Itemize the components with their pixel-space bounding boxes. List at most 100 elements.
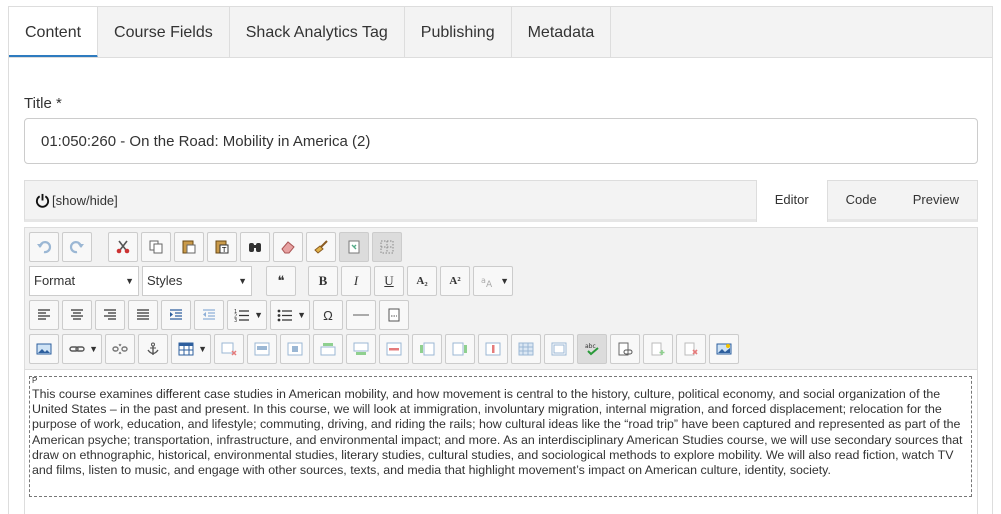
- align-left-button[interactable]: [29, 300, 59, 330]
- page-add-icon: [651, 342, 665, 356]
- tab-metadata[interactable]: Metadata: [512, 7, 612, 58]
- delete-row-button[interactable]: [379, 334, 409, 364]
- redo-button[interactable]: [62, 232, 92, 262]
- numbered-list-icon: 123: [234, 309, 249, 322]
- spellcheck-icon: abc: [585, 343, 599, 356]
- italic-button[interactable]: I: [341, 266, 371, 296]
- anchor-button[interactable]: [138, 334, 168, 364]
- insert-row-before-button[interactable]: [313, 334, 343, 364]
- page-break-button[interactable]: [379, 300, 409, 330]
- tab-course-fields[interactable]: Course Fields: [98, 7, 230, 58]
- superscript-button[interactable]: A²: [440, 266, 470, 296]
- insert-link-button[interactable]: [62, 334, 102, 364]
- remove-format-button[interactable]: [273, 232, 303, 262]
- insert-image-button[interactable]: [29, 334, 59, 364]
- indent-icon: [170, 309, 182, 320]
- cut-icon: [116, 240, 130, 254]
- undo-button[interactable]: [29, 232, 59, 262]
- col-after-icon: [452, 342, 467, 356]
- svg-text:3: 3: [234, 318, 237, 322]
- language-icon: aA: [481, 276, 493, 288]
- align-center-button[interactable]: [62, 300, 92, 330]
- content-panel: Title * [show/hide] Editor Code Preview: [8, 58, 993, 514]
- tab-publishing[interactable]: Publishing: [405, 7, 512, 58]
- title-input[interactable]: [24, 118, 978, 164]
- outdent-button[interactable]: [194, 300, 224, 330]
- paste-text-button[interactable]: T: [207, 232, 237, 262]
- tab-shack-analytics-tag[interactable]: Shack Analytics Tag: [230, 7, 405, 58]
- delete-table-button[interactable]: [214, 334, 244, 364]
- paragraph-tag-label: P: [32, 376, 38, 385]
- show-blocks-button[interactable]: [372, 232, 402, 262]
- indent-button[interactable]: [161, 300, 191, 330]
- bulleted-list-button[interactable]: [270, 300, 310, 330]
- table-properties-button[interactable]: [247, 334, 277, 364]
- undo-icon: [37, 241, 52, 254]
- insert-col-before-button[interactable]: [412, 334, 442, 364]
- tab-content[interactable]: Content: [9, 7, 99, 58]
- underline-button[interactable]: U: [374, 266, 404, 296]
- bulleted-list-icon: [277, 309, 292, 322]
- remove-item-button[interactable]: [676, 334, 706, 364]
- paragraph-block[interactable]: P This course examines different case st…: [29, 376, 972, 497]
- subscript-button[interactable]: A₂: [407, 266, 437, 296]
- align-justify-button[interactable]: [128, 300, 158, 330]
- language-dropdown-button[interactable]: aA: [473, 266, 513, 296]
- redo-icon: [69, 241, 84, 254]
- broom-icon: [314, 240, 328, 254]
- cut-button[interactable]: [108, 232, 138, 262]
- svg-text:abc: abc: [585, 343, 596, 350]
- format-dropdown[interactable]: Format: [29, 266, 139, 296]
- unlink-button[interactable]: [105, 334, 135, 364]
- page-link-icon: [618, 342, 633, 356]
- media-icon: [716, 343, 732, 355]
- toolbar-row-3: 123 Ω: [29, 300, 409, 330]
- editor-content-area[interactable]: P This course examines different case st…: [24, 369, 978, 514]
- binoculars-icon: [249, 243, 261, 252]
- show-hide-toggle[interactable]: [show/hide]: [35, 193, 118, 208]
- insert-row-after-button[interactable]: [346, 334, 376, 364]
- cell-properties-button[interactable]: [280, 334, 310, 364]
- numbered-list-button[interactable]: 123: [227, 300, 267, 330]
- mode-tab-preview[interactable]: Preview: [895, 180, 977, 221]
- course-description-text: This course examines different case stud…: [32, 387, 963, 478]
- split-cells-button[interactable]: [544, 334, 574, 364]
- spellcheck-button[interactable]: abc: [577, 334, 607, 364]
- blockquote-button[interactable]: ❝: [266, 266, 296, 296]
- row-after-icon: [353, 342, 369, 355]
- horizontal-rule-button[interactable]: [346, 300, 376, 330]
- editor-header: [show/hide] Editor Code Preview: [24, 180, 978, 222]
- paste-button[interactable]: [174, 232, 204, 262]
- insert-media-button[interactable]: [709, 334, 739, 364]
- mode-tab-editor[interactable]: Editor: [755, 180, 828, 222]
- delete-col-button[interactable]: [478, 334, 508, 364]
- paste-icon: [182, 240, 196, 254]
- table-delete-icon: [221, 342, 237, 356]
- anchor-icon: [147, 342, 159, 355]
- insert-col-after-button[interactable]: [445, 334, 475, 364]
- cleanup-button[interactable]: [306, 232, 336, 262]
- insert-table-button[interactable]: [171, 334, 211, 364]
- insert-page-link-button[interactable]: [610, 334, 640, 364]
- svg-text:T: T: [221, 246, 227, 254]
- merge-cells-button[interactable]: [511, 334, 541, 364]
- page-icon: [348, 240, 360, 254]
- split-cells-icon: [551, 342, 567, 356]
- show-hide-label: [show/hide]: [52, 193, 118, 208]
- col-delete-icon: [485, 342, 501, 356]
- row-before-icon: [320, 343, 336, 356]
- align-right-button[interactable]: [95, 300, 125, 330]
- bold-button[interactable]: B: [308, 266, 338, 296]
- add-item-button[interactable]: [643, 334, 673, 364]
- styles-dropdown[interactable]: Styles: [142, 266, 252, 296]
- merge-cells-icon: [518, 342, 534, 356]
- title-label: Title *: [24, 95, 62, 112]
- template-button[interactable]: [339, 232, 369, 262]
- image-icon: [36, 343, 52, 355]
- find-button[interactable]: [240, 232, 270, 262]
- mode-tab-code[interactable]: Code: [828, 180, 895, 221]
- copy-button[interactable]: [141, 232, 171, 262]
- special-char-button[interactable]: Ω: [313, 300, 343, 330]
- cell-props-icon: [287, 342, 303, 356]
- eraser-icon: [281, 241, 295, 254]
